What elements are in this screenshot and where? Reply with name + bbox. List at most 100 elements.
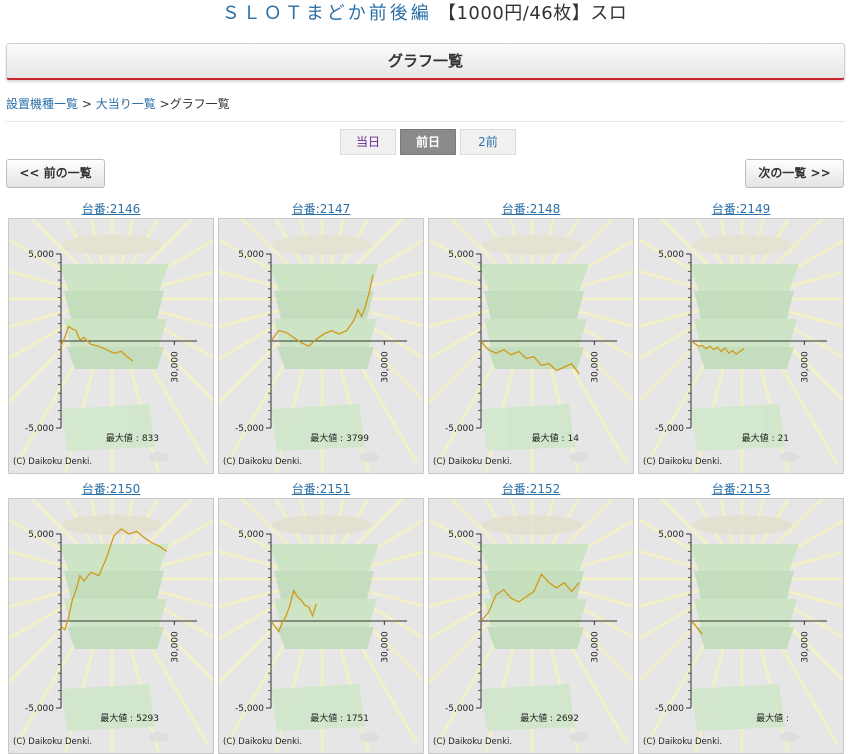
- max-value-number: 5293: [136, 714, 159, 724]
- x-tick-label: 30,000: [590, 631, 600, 663]
- slump-graph: 5,000 -5,000 30,000 最大値 : (C) Daikoku Denki.: [639, 499, 843, 753]
- y-tick-label: -5,000: [655, 704, 684, 714]
- background-illustration: [479, 235, 589, 462]
- graph-machine-link[interactable]: 台番:2152: [428, 481, 634, 497]
- crown-shape: [692, 515, 792, 535]
- coin-shape: [149, 732, 169, 742]
- breadcrumb-current: グラフ一覧: [169, 97, 230, 111]
- graph-image[interactable]: 5,000 -5,000 30,000 最大値 :2692 (C) Daikoku De…: [428, 498, 634, 754]
- background-illustration: [479, 515, 589, 742]
- tier-shape: [59, 264, 169, 291]
- y-tick-label: 5,000: [658, 530, 684, 540]
- graph-cell: 台番:2146 5,000 -5,000 30,000 最大値 :833 (C) Daik…: [8, 201, 214, 474]
- tier-shape: [697, 627, 794, 649]
- graph-machine-link[interactable]: 台番:2146: [8, 201, 214, 217]
- y-tick-label: -5,000: [25, 704, 54, 714]
- graph-image[interactable]: 5,000 -5,000 30,000 最大値 : (C) Daikoku Denki.: [638, 498, 844, 754]
- max-value-caption: 最大値 :: [310, 432, 343, 444]
- slump-graph: 5,000 -5,000 30,000 最大値 :5293 (C) Daikoku De…: [9, 499, 213, 753]
- coin-shape: [359, 732, 379, 742]
- tier-shape: [694, 291, 794, 319]
- copyright-text: (C) Daikoku Denki.: [433, 737, 512, 747]
- slump-graph: 5,000 -5,000 30,000 最大値 :1751 (C) Daikoku De…: [219, 499, 423, 753]
- max-value-number: 2692: [556, 714, 579, 724]
- y-tick-label: -5,000: [235, 704, 264, 714]
- x-tick-label: 30,000: [170, 631, 180, 663]
- breadcrumb-separator: >: [78, 97, 92, 111]
- tier-shape: [277, 627, 374, 649]
- crown-shape: [482, 515, 582, 535]
- tier-shape: [487, 627, 584, 649]
- graph-machine-link[interactable]: 台番:2147: [218, 201, 424, 217]
- x-tick-label: 30,000: [380, 631, 390, 663]
- next-list-button[interactable]: 次の一覧 >>: [745, 159, 844, 188]
- tier-shape: [67, 347, 164, 369]
- max-value-caption: 最大値 :: [106, 432, 139, 444]
- x-tick-label: 30,000: [800, 351, 810, 383]
- x-tick-label: 30,000: [380, 351, 390, 383]
- graph-machine-link[interactable]: 台番:2148: [428, 201, 634, 217]
- max-value-caption: 最大値 :: [742, 432, 775, 444]
- graph-image[interactable]: 5,000 -5,000 30,000 最大値 :14 (C) Daikoku Denk…: [428, 218, 634, 474]
- max-value-number: 21: [778, 434, 789, 444]
- tier-shape: [697, 347, 794, 369]
- tier-shape: [67, 627, 164, 649]
- coin-shape: [359, 452, 379, 462]
- graph-image[interactable]: 5,000 -5,000 30,000 最大値 :1751 (C) Daikoku De…: [218, 498, 424, 754]
- graph-cell: 台番:2152 5,000 -5,000 30,000 最大値 :2692 (C) Dai…: [428, 481, 634, 754]
- y-tick-label: -5,000: [235, 424, 264, 434]
- y-tick-label: -5,000: [445, 704, 474, 714]
- max-value-caption: 最大値 :: [532, 432, 565, 444]
- graph-machine-link[interactable]: 台番:2150: [8, 481, 214, 497]
- x-tick-label: 30,000: [170, 351, 180, 383]
- x-tick-label: 30,000: [590, 351, 600, 383]
- max-value-label: 最大値 :: [756, 712, 789, 724]
- y-tick-label: -5,000: [655, 424, 684, 434]
- tier-shape: [484, 571, 584, 599]
- tier-shape: [694, 599, 797, 627]
- graph-cell: 台番:2147 5,000 -5,000 30,000 最大値 :3799 (C) Dai…: [218, 201, 424, 474]
- slump-graph: 5,000 -5,000 30,000 最大値 :21 (C) Daikoku Denk…: [639, 219, 843, 473]
- page-title-rate: 【1000円/46枚】スロ: [437, 3, 628, 24]
- tier-shape: [59, 544, 169, 571]
- max-value-label: 最大値 :1751: [310, 712, 369, 724]
- tier-shape: [484, 599, 587, 627]
- tier-shape: [694, 319, 797, 347]
- graph-image[interactable]: 5,000 -5,000 30,000 最大値 :833 (C) Daikoku Den…: [8, 218, 214, 474]
- graph-machine-link[interactable]: 台番:2153: [638, 481, 844, 497]
- slump-graph: 5,000 -5,000 30,000 最大値 :2692 (C) Daikoku De…: [429, 499, 633, 753]
- coin-shape: [779, 452, 799, 462]
- max-value-number: 3799: [346, 434, 369, 444]
- tab-previous-day[interactable]: 前日: [400, 129, 456, 155]
- max-value-label: 最大値 :14: [532, 432, 580, 444]
- graph-machine-link[interactable]: 台番:2151: [218, 481, 424, 497]
- tier-shape: [269, 544, 379, 571]
- copyright-text: (C) Daikoku Denki.: [643, 737, 722, 747]
- graph-image[interactable]: 5,000 -5,000 30,000 最大値 :21 (C) Daikoku Denk…: [638, 218, 844, 474]
- graph-image[interactable]: 5,000 -5,000 30,000 最大値 :3799 (C) Daikoku De…: [218, 218, 424, 474]
- copyright-text: (C) Daikoku Denki.: [13, 737, 92, 747]
- previous-list-button[interactable]: << 前の一覧: [6, 159, 105, 188]
- crown-shape: [272, 235, 372, 255]
- max-value-label: 最大値 :3799: [310, 432, 369, 444]
- slump-graph: 5,000 -5,000 30,000 最大値 :3799 (C) Daikoku De…: [219, 219, 423, 473]
- tier-shape: [269, 264, 379, 291]
- crown-shape: [62, 515, 162, 535]
- tab-two-days-ago[interactable]: 2前: [460, 129, 516, 155]
- graph-machine-link[interactable]: 台番:2149: [638, 201, 844, 217]
- background-illustration: [689, 515, 799, 742]
- max-value-caption: 最大値 :: [100, 712, 133, 724]
- background-illustration: [269, 515, 379, 742]
- graph-image[interactable]: 5,000 -5,000 30,000 最大値 :5293 (C) Daikoku De…: [8, 498, 214, 754]
- tier-shape: [479, 544, 589, 571]
- y-tick-label: 5,000: [658, 250, 684, 260]
- breadcrumb-link-machine-list[interactable]: 設置機種一覧: [6, 97, 78, 111]
- y-tick-label: 5,000: [448, 530, 474, 540]
- breadcrumb-link-jackpot-list[interactable]: 大当り一覧: [96, 97, 156, 111]
- slump-graph: 5,000 -5,000 30,000 最大値 :14 (C) Daikoku Denk…: [429, 219, 633, 473]
- tier-shape: [277, 347, 374, 369]
- tab-today[interactable]: 当日: [340, 129, 396, 155]
- crown-shape: [692, 235, 792, 255]
- copyright-text: (C) Daikoku Denki.: [13, 457, 92, 467]
- background-illustration: [269, 235, 379, 462]
